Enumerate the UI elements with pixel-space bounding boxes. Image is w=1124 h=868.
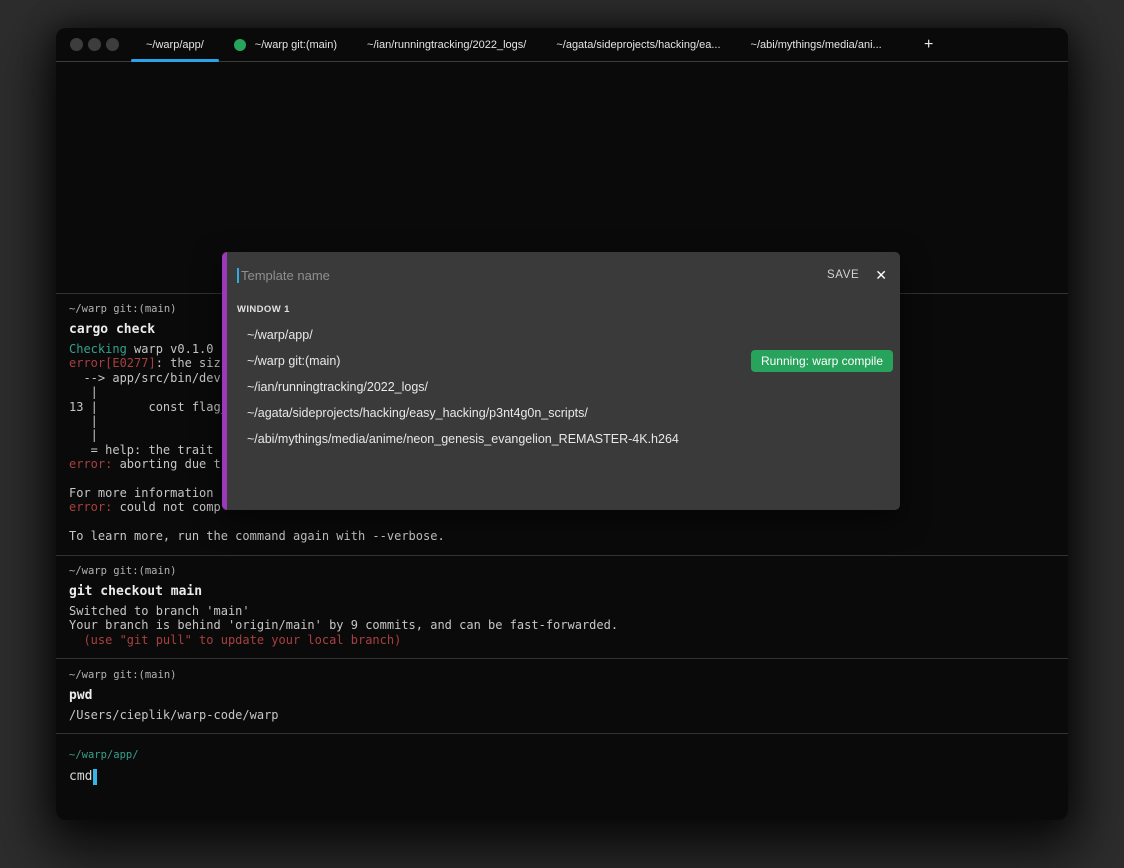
prompt-path: ~/warp/app/ (69, 747, 1055, 763)
new-tab-button[interactable]: + (919, 36, 939, 54)
close-icon[interactable]: ✕ (875, 267, 887, 284)
block-separator (56, 658, 1068, 659)
prompt-path: ~/warp git:(main) (69, 667, 1055, 683)
pane-path: ~/ian/runningtracking/2022_logs/ (247, 380, 428, 394)
pane-path: ~/warp/app/ (247, 328, 313, 342)
tab-label: ~/abi/mythings/media/ani... (751, 39, 882, 51)
terminal-cursor (93, 769, 97, 785)
current-input-block[interactable]: ~/warp/app/ cmd (69, 747, 1055, 785)
output-segment: | (69, 385, 98, 399)
output-segment: warp v0.1.0 (127, 342, 221, 356)
command-block-git-checkout[interactable]: ~/warp git:(main) git checkout main Swit… (69, 563, 1055, 647)
block-separator (56, 733, 1068, 734)
tab-label: ~/agata/sideprojects/hacking/ea... (556, 39, 720, 51)
prompt-path: ~/warp git:(main) (69, 563, 1055, 579)
template-pane-item[interactable]: ~/ian/runningtracking/2022_logs/ (222, 374, 900, 400)
tab-bar: ~/warp/app/ ~/warp git:(main) ~/ian/runn… (56, 28, 1068, 62)
output-segment: aborting due t (112, 457, 220, 471)
template-pane-item[interactable]: ~/agata/sideprojects/hacking/easy_hackin… (222, 400, 900, 426)
output-line: Your branch is behind 'origin/main' by 9… (69, 618, 1055, 632)
running-process-dot-icon (234, 39, 246, 51)
tab-warp-git-main[interactable]: ~/warp git:(main) (219, 28, 352, 61)
window-section-label: WINDOW 1 (237, 304, 900, 315)
command-text: pwd (69, 687, 1055, 704)
text-caret (237, 268, 239, 283)
output-segment: For more information (69, 486, 221, 500)
command-text: git checkout main (69, 583, 1055, 600)
output-segment: = help: the trait (69, 443, 221, 457)
template-pane-item[interactable]: ~/warp/app/ (222, 322, 900, 348)
save-template-dialog: SAVE ✕ WINDOW 1 ~/warp/app/ ~/warp git:(… (222, 252, 900, 510)
close-window-button[interactable] (70, 38, 83, 51)
template-pane-item[interactable]: ~/abi/mythings/media/anime/neon_genesis_… (222, 426, 900, 452)
zoom-window-button[interactable] (106, 38, 119, 51)
pane-path: ~/agata/sideprojects/hacking/easy_hackin… (247, 406, 588, 420)
output-segment: (use "git pull" to update your local bra… (69, 633, 401, 647)
command-block-pwd[interactable]: ~/warp git:(main) pwd /Users/cieplik/war… (69, 667, 1055, 722)
tab-sideprojects-hacking[interactable]: ~/agata/sideprojects/hacking/ea... (541, 28, 735, 61)
output-segment: error[E0277] (69, 356, 156, 370)
output-segment: /Users/cieplik/warp-code/warp (69, 708, 279, 722)
output-segment: error: (69, 457, 112, 471)
tab-label: ~/warp git:(main) (255, 39, 337, 51)
output-segment: | (69, 428, 98, 442)
template-pane-item[interactable]: ~/warp git:(main) Running: warp compile (222, 348, 900, 374)
output-line: /Users/cieplik/warp-code/warp (69, 708, 1055, 722)
output-segment: : the siz (156, 356, 221, 370)
dialog-header: SAVE ✕ (222, 252, 900, 298)
output-segment: Checking (69, 342, 127, 356)
tab-list: ~/warp/app/ ~/warp git:(main) ~/ian/runn… (131, 28, 897, 61)
output-segment: To learn more, run the command again wit… (69, 529, 445, 543)
command-input[interactable]: cmd (69, 768, 1055, 785)
pane-path: ~/abi/mythings/media/anime/neon_genesis_… (247, 432, 679, 446)
output-segment: could not comp (112, 500, 220, 514)
running-command-badge: Running: warp compile (751, 350, 893, 372)
pane-path: ~/warp git:(main) (247, 354, 340, 368)
output-line-blank (69, 515, 1055, 529)
output-segment: | (69, 414, 98, 428)
output-segment: error: (69, 500, 112, 514)
active-tab-indicator (131, 59, 219, 62)
tab-runningtracking-logs[interactable]: ~/ian/runningtracking/2022_logs/ (352, 28, 541, 61)
terminal-window: ~/warp/app/ ~/warp git:(main) ~/ian/runn… (56, 28, 1068, 820)
window-controls (70, 38, 119, 51)
output-line: (use "git pull" to update your local bra… (69, 633, 1055, 647)
save-button[interactable]: SAVE (827, 269, 859, 281)
template-name-input[interactable] (241, 268, 827, 283)
tab-label: ~/warp/app/ (146, 39, 204, 51)
tab-label: ~/ian/runningtracking/2022_logs/ (367, 39, 526, 51)
minimize-window-button[interactable] (88, 38, 101, 51)
output-line: To learn more, run the command again wit… (69, 529, 1055, 543)
tab-warp-app[interactable]: ~/warp/app/ (131, 28, 219, 61)
typed-text: cmd (69, 768, 92, 785)
output-segment: Your branch is behind 'origin/main' by 9… (69, 618, 618, 632)
block-separator (56, 555, 1068, 556)
output-segment: --> app/src/bin/dev (69, 371, 221, 385)
output-line: Switched to branch 'main' (69, 604, 1055, 618)
output-segment: Switched to branch 'main' (69, 604, 250, 618)
tab-mythings-media[interactable]: ~/abi/mythings/media/ani... (736, 28, 897, 61)
output-segment: 13 | const flag_o (69, 400, 235, 414)
